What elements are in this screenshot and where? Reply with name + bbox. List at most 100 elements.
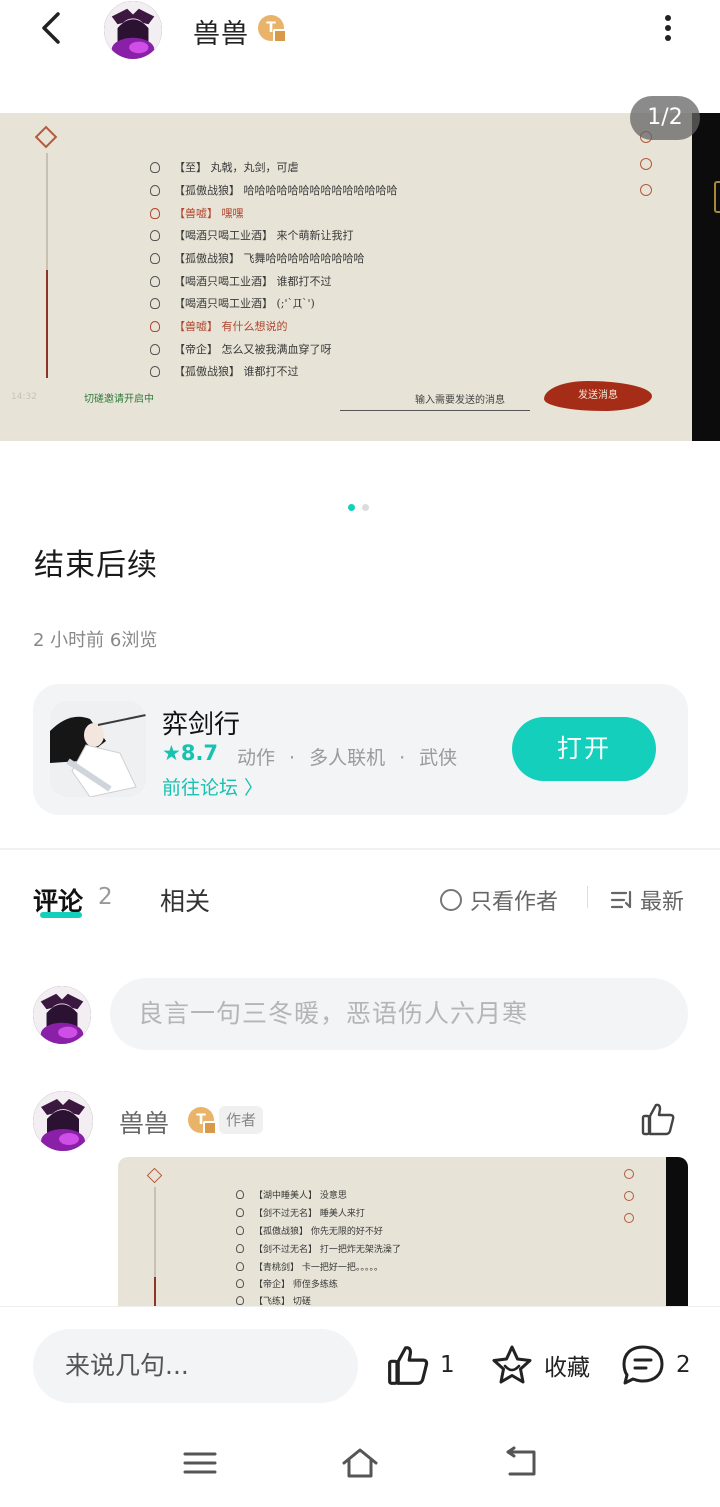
game-card[interactable]: 弈剑行 ★8.7 动作 · 多人联机 · 武侠 前往论坛 〉 打开: [33, 684, 688, 815]
chat-line: 【青桃剑】 卡一把好一把。。。。。: [236, 1257, 383, 1275]
top-header: 兽兽 T: [0, 0, 720, 60]
bottom-action-bar: 来说几句... 1 收藏 2: [0, 1306, 720, 1428]
tag-separator: ·: [289, 747, 296, 769]
mute-icon: [640, 158, 652, 170]
chat-avatar-icon: [150, 252, 160, 264]
commenter-name[interactable]: 兽兽: [119, 1104, 169, 1140]
author-only-label: 只看作者: [470, 890, 559, 915]
chat-line: 【喝酒只喝工业酒】 (;'`Д`'): [150, 293, 315, 313]
like-count: 1: [440, 1352, 455, 1378]
chat-avatar-icon: [150, 207, 160, 219]
chat-line: 【孤傲战狼】 哈哈哈哈哈哈哈哈哈哈哈哈哈哈: [150, 180, 398, 200]
emoji-icon: [640, 184, 652, 196]
chat-avatar-icon: [150, 229, 160, 241]
game-tags: 动作 · 多人联机 · 武侠: [237, 743, 457, 770]
chat-line: 【剑不过无名】 打一把炸无架洗澡了: [236, 1239, 401, 1257]
game-tag: 动作: [237, 747, 276, 769]
chat-avatar-icon: [236, 1261, 244, 1271]
comment-image[interactable]: 【湖中睡美人】 没意思 【剑不过无名】 睡美人来打 【孤傲战狼】 你先无限的好不…: [118, 1157, 688, 1307]
chat-line: 【孤傲战狼】 飞舞哈哈哈哈哈哈哈哈哈: [150, 248, 365, 268]
favorite-label: 收藏: [544, 1355, 590, 1381]
comment-bubble-icon: [622, 1345, 664, 1385]
chat-line: 【帝企】 怎么又被我满血穿了呀: [150, 339, 332, 359]
author-only-toggle[interactable]: 只看作者: [440, 884, 558, 916]
chat-avatar-icon: [236, 1243, 244, 1253]
favorite-button[interactable]: 收藏: [490, 1343, 590, 1387]
game-tag: 多人联机: [309, 747, 386, 769]
comment-count-bottom: 2: [676, 1352, 691, 1378]
chat-line: 【帝企】 师侄多练练: [236, 1274, 338, 1292]
chat-avatar-icon: [236, 1278, 244, 1288]
emoji-icon: [624, 1213, 634, 1223]
commenter-avatar[interactable]: [33, 1091, 93, 1151]
settings-icon: [624, 1169, 634, 1179]
author-name[interactable]: 兽兽: [193, 12, 249, 51]
chat-line: 【喝酒只喝工业酒】 来个萌新让我打: [150, 225, 354, 245]
chat-avatar-icon: [150, 320, 160, 332]
like-button[interactable]: 1: [386, 1343, 455, 1387]
thumbs-up-icon: [388, 1346, 429, 1385]
carousel-dot-active: [348, 504, 355, 511]
game-icon: [50, 701, 146, 797]
chat-avatar-icon: [236, 1295, 244, 1305]
comment-button[interactable]: 2: [620, 1343, 691, 1387]
sort-divider: [587, 886, 588, 908]
comment-count: 2: [98, 884, 113, 910]
game-name: 弈剑行: [162, 710, 241, 740]
chat-line: 【喝酒只喝工业酒】 谁都打不过: [150, 271, 332, 291]
my-avatar: [33, 986, 91, 1044]
chat-avatar-icon: [150, 343, 160, 355]
sort-label: 最新: [640, 890, 685, 915]
chat-scroll-track: [46, 153, 48, 378]
star-icon: [492, 1345, 532, 1384]
game-message-input: 输入需要发送的消息: [415, 395, 505, 406]
chat-avatar-icon: [150, 365, 160, 377]
comment-like-icon[interactable]: [640, 1102, 676, 1136]
game-send-button: 发送消息: [544, 381, 652, 411]
sort-button[interactable]: 最新: [610, 884, 684, 916]
game-tag: 武侠: [419, 747, 458, 769]
open-game-button[interactable]: 打开: [512, 717, 656, 781]
chat-line: 【飞练】 切磋: [236, 1291, 311, 1307]
chat-scroll-track: [154, 1187, 156, 1307]
chat-line: 【兽嘘】 有什么想说的: [150, 316, 288, 336]
chat-avatar-icon: [236, 1225, 244, 1235]
next-image-peek: [692, 113, 720, 441]
diamond-icon: [146, 1167, 163, 1184]
image-edge: [666, 1157, 688, 1307]
chat-avatar-icon: [150, 161, 160, 173]
forum-link[interactable]: 前往论坛 〉: [162, 773, 263, 800]
mute-icon: [624, 1191, 634, 1201]
tag-separator: ·: [399, 747, 406, 769]
game-time: 14:32: [11, 392, 37, 402]
invite-status-text: 切磋邀请开启中: [84, 394, 154, 405]
home-icon[interactable]: [340, 1446, 380, 1480]
game-rating: ★8.7: [162, 741, 219, 765]
reply-input[interactable]: 来说几句...: [33, 1329, 358, 1403]
system-navigation-bar: [0, 1428, 720, 1507]
chat-avatar-icon: [150, 184, 160, 196]
chat-avatar-icon: [236, 1207, 244, 1217]
author-tag: 作者: [219, 1106, 264, 1134]
author-avatar[interactable]: [104, 1, 162, 59]
comment-input[interactable]: 良言一句三冬暖，恶语伤人六月寒: [110, 978, 688, 1050]
menu-icon[interactable]: [180, 1446, 220, 1480]
chat-line: 【至】 丸戟，丸剑，可虐: [150, 157, 299, 177]
chat-avatar-icon: [150, 297, 160, 309]
chat-avatar-icon: [150, 275, 160, 287]
chat-line: 【孤傲战狼】 谁都打不过: [150, 361, 299, 381]
chat-line: 【孤傲战狼】 你先无限的好不好: [236, 1221, 383, 1239]
radio-circle-icon: [440, 889, 462, 911]
image-page-counter: 1/2: [630, 96, 700, 140]
chat-line: 【湖中睡美人】 没意思: [236, 1185, 347, 1203]
back-nav-icon[interactable]: [500, 1446, 540, 1480]
post-title: 结束后续: [34, 548, 158, 583]
screenshot-carousel[interactable]: 14:32 【至】 丸戟，丸剑，可虐 【孤傲战狼】 哈哈哈哈哈哈哈哈哈哈哈哈哈哈…: [0, 113, 720, 441]
more-options-icon[interactable]: [654, 12, 682, 44]
carousel-dot: [362, 504, 369, 511]
commenter-level-badge: T: [188, 1107, 217, 1135]
post-meta: 2 小时前 6浏览: [33, 630, 158, 651]
back-arrow-icon[interactable]: [34, 8, 74, 48]
diamond-icon: [34, 125, 58, 149]
tab-related[interactable]: 相关: [160, 882, 210, 918]
